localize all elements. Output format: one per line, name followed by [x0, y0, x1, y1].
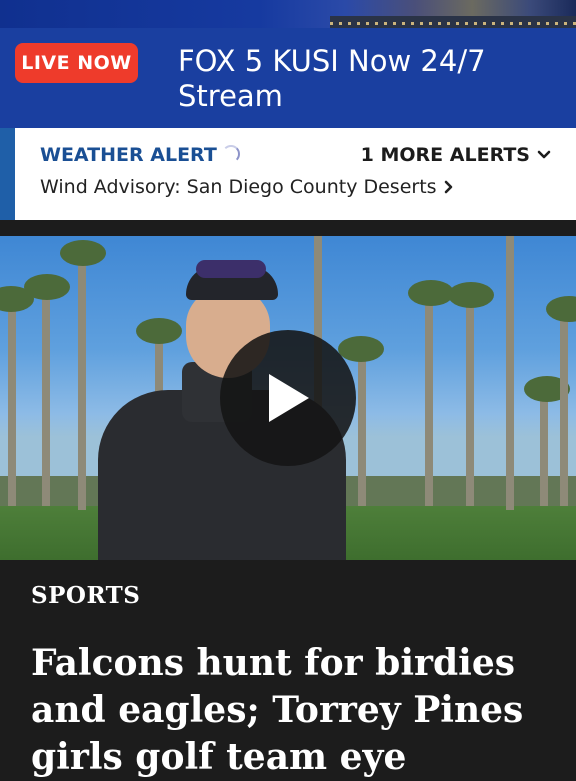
loading-spinner-icon	[222, 145, 240, 163]
palm-tree	[24, 274, 70, 300]
article-category[interactable]: SPORTS	[31, 582, 140, 609]
weather-alert-heading: WEATHER ALERT	[40, 144, 217, 166]
palm-tree	[560, 306, 568, 506]
live-stream-title[interactable]: FOX 5 KUSI Now 24/7 Stream	[178, 44, 558, 114]
palm-tree	[425, 296, 433, 506]
palm-tree	[60, 240, 106, 266]
palm-tree	[506, 236, 514, 510]
person-sunglasses	[196, 260, 266, 278]
chevron-down-icon	[537, 150, 551, 159]
article-headline[interactable]: Falcons hunt for birdies and eagles; Tor…	[31, 640, 551, 781]
chevron-right-icon	[444, 180, 452, 194]
palm-tree	[358, 346, 366, 506]
more-alerts-button[interactable]: 1 MORE ALERTS	[361, 144, 552, 166]
section-divider	[0, 220, 576, 236]
palm-tree	[546, 296, 576, 322]
city-lights	[330, 22, 576, 25]
weather-alert-link[interactable]: Wind Advisory: San Diego County Deserts	[40, 176, 455, 198]
weather-alert-accent	[0, 128, 15, 220]
play-icon	[269, 374, 309, 422]
palm-tree	[448, 282, 494, 308]
palm-tree	[540, 386, 548, 506]
header-banner-strip	[0, 0, 576, 28]
weather-alert-panel[interactable]	[0, 128, 576, 220]
weather-alert-message: Wind Advisory: San Diego County Deserts	[40, 176, 437, 198]
palm-tree	[338, 336, 384, 362]
palm-tree	[8, 296, 16, 506]
palm-tree	[136, 318, 182, 344]
live-now-badge[interactable]: LIVE NOW	[15, 43, 138, 83]
palm-tree	[42, 281, 50, 506]
play-button[interactable]	[220, 330, 356, 466]
palm-tree	[78, 246, 86, 510]
more-alerts-label: 1 MORE ALERTS	[360, 144, 530, 166]
palm-tree	[466, 291, 474, 506]
